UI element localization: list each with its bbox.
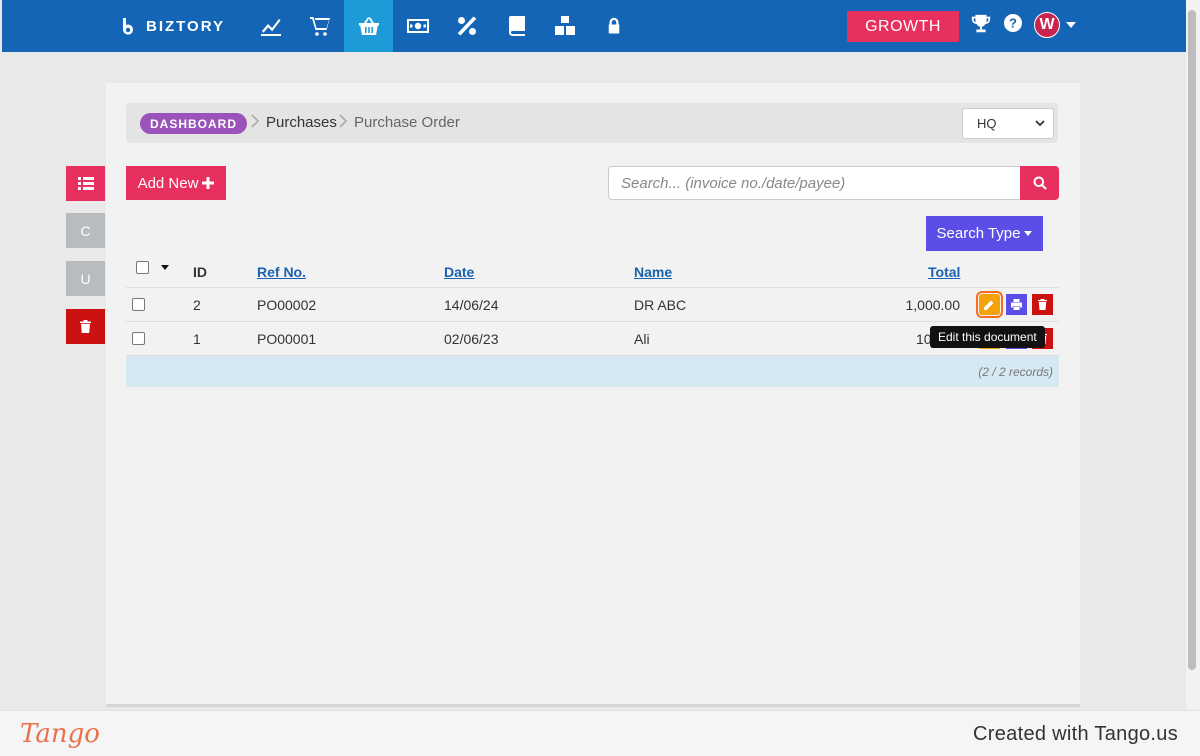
chevron-right-icon	[251, 114, 260, 128]
delete-button[interactable]	[1032, 294, 1053, 315]
trash-icon	[1038, 299, 1047, 310]
user-avatar[interactable]: W	[1034, 12, 1060, 38]
row-name: Ali	[634, 331, 650, 347]
chevron-down-icon[interactable]	[1066, 22, 1076, 28]
help-icon[interactable]: ?	[1003, 13, 1023, 33]
lock-icon[interactable]	[589, 0, 638, 52]
chevron-down-icon	[1035, 120, 1045, 127]
row-ref-no: PO00001	[257, 331, 317, 347]
main-nav	[246, 0, 638, 52]
create-button[interactable]: C	[66, 213, 105, 248]
list-view-button[interactable]	[66, 166, 105, 201]
row-name: DR ABC	[634, 297, 687, 313]
edit-button[interactable]	[976, 291, 1003, 318]
column-date[interactable]: Date	[444, 264, 474, 280]
row-total: 1,000.00	[905, 297, 961, 313]
row-date: 14/06/24	[444, 297, 499, 313]
chevron-right-icon	[339, 114, 348, 128]
row-ref-no: PO00002	[257, 297, 317, 313]
book-icon[interactable]	[491, 0, 540, 52]
table-row[interactable]: 1 PO00001 02/06/23 Ali 10	[126, 322, 1059, 356]
trash-icon	[80, 320, 91, 333]
row-id: 1	[193, 331, 201, 347]
brand-logo[interactable]: BIZTORY	[120, 14, 225, 38]
caret-down-icon	[1024, 231, 1033, 236]
tango-credit: Created with Tango.us	[973, 723, 1178, 745]
scrollbar-thumb[interactable]	[1188, 10, 1196, 670]
edit-tooltip: Edit this document	[930, 326, 1045, 348]
percent-icon[interactable]	[442, 0, 491, 52]
branch-select[interactable]: HQ	[962, 108, 1054, 139]
table-footer: (2 / 2 records)	[126, 356, 1059, 387]
update-button[interactable]: U	[66, 261, 105, 296]
search-input[interactable]	[608, 166, 1021, 200]
search-type-label: Search Type	[936, 225, 1021, 242]
breadcrumb: DASHBOARD Purchases Purchase Order HQ	[126, 103, 1058, 143]
row-date: 02/06/23	[444, 331, 499, 347]
column-id: ID	[193, 264, 207, 280]
search-icon	[1033, 176, 1047, 190]
column-name[interactable]: Name	[634, 264, 672, 280]
row-checkbox[interactable]	[132, 332, 145, 345]
search-button[interactable]	[1020, 166, 1059, 200]
breadcrumb-purchases[interactable]: Purchases	[266, 114, 337, 131]
search-type-dropdown[interactable]: Search Type	[926, 216, 1043, 251]
plus-icon	[202, 177, 215, 189]
boxes-icon[interactable]	[540, 0, 589, 52]
purchase-order-table: ID Ref No. Date Name Total 2 PO00002 14/…	[126, 258, 1059, 387]
top-navbar: BIZTORY GROWTH ? W	[2, 0, 1186, 52]
table-header: ID Ref No. Date Name Total	[126, 258, 1059, 288]
tango-logo: Tango	[20, 719, 100, 749]
table-row[interactable]: 2 PO00002 14/06/24 DR ABC 1,000.00	[126, 288, 1059, 322]
column-ref-no[interactable]: Ref No.	[257, 264, 306, 280]
breadcrumb-purchase-order: Purchase Order	[354, 114, 460, 131]
cash-icon[interactable]	[393, 0, 442, 52]
svg-text:?: ?	[1009, 16, 1017, 31]
add-new-label: Add New	[137, 174, 199, 192]
branch-select-value: HQ	[977, 116, 997, 131]
brand-name: BIZTORY	[146, 17, 226, 35]
print-button[interactable]	[1006, 294, 1027, 315]
bulk-actions-caret-icon[interactable]	[161, 265, 169, 270]
biztory-logo-icon	[123, 18, 133, 35]
tango-footer: Tango Created with Tango.us	[0, 710, 1200, 756]
growth-button[interactable]: GROWTH	[847, 11, 959, 42]
basket-icon[interactable]	[344, 0, 393, 52]
select-all-checkbox[interactable]	[136, 261, 149, 274]
list-icon	[77, 177, 94, 190]
pencil-icon	[984, 300, 994, 310]
add-new-button[interactable]: Add New	[126, 166, 226, 200]
trophy-icon[interactable]	[970, 13, 992, 35]
cart-icon[interactable]	[295, 0, 344, 52]
main-panel: DASHBOARD Purchases Purchase Order HQ Ad…	[106, 83, 1080, 707]
print-icon	[1011, 299, 1022, 310]
row-id: 2	[193, 297, 201, 313]
record-count: (2 / 2 records)	[978, 365, 1053, 379]
dashboard-chart-icon[interactable]	[246, 0, 295, 52]
row-checkbox[interactable]	[132, 298, 145, 311]
bulk-delete-button[interactable]	[66, 309, 105, 344]
column-total[interactable]: Total	[928, 264, 960, 280]
breadcrumb-dashboard[interactable]: DASHBOARD	[140, 113, 247, 134]
